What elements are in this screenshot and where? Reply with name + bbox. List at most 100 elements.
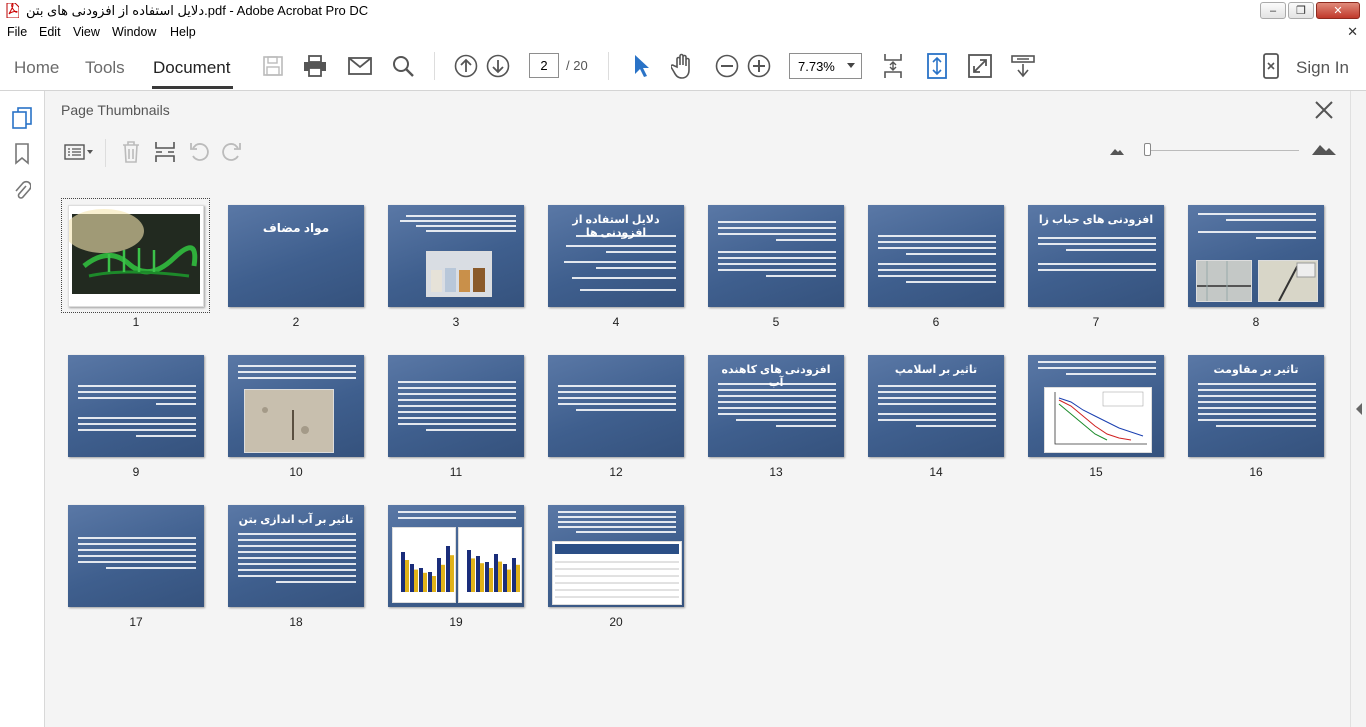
slide-title: تاثیر بر اسلامپ [894, 364, 978, 376]
page-number-label: 19 [449, 615, 463, 629]
fit-page-icon[interactable] [880, 53, 906, 79]
email-icon[interactable] [347, 53, 373, 79]
page-number-label: 2 [292, 315, 300, 329]
page-number-label: 3 [452, 315, 460, 329]
restore-button[interactable]: ❐ [1288, 2, 1314, 19]
slump-chart-image [1044, 387, 1152, 453]
page-thumbnails-panel: Page Thumbnails 1 مواد مضاف 2 3 دلایل اس… [45, 91, 1350, 727]
page-number-label: 15 [1089, 465, 1103, 479]
tab-home[interactable]: Home [14, 58, 59, 78]
page-number-label: 4 [612, 315, 620, 329]
mobile-link-icon[interactable] [1258, 53, 1284, 79]
page-thumbnail[interactable]: مواد مضاف [228, 205, 364, 307]
next-page-icon[interactable] [485, 53, 511, 79]
full-screen-icon[interactable] [967, 53, 993, 79]
calligraphy-image [69, 206, 203, 306]
page-thumbnails-icon[interactable] [11, 107, 33, 129]
page-thumbnail[interactable]: تاثیر بر آب اندازی بتن [228, 505, 364, 607]
large-thumbnails-icon[interactable] [1311, 142, 1337, 156]
hand-tool-icon[interactable] [670, 53, 696, 79]
slider-handle[interactable] [1144, 143, 1151, 156]
jars-photo [426, 251, 492, 297]
tab-document[interactable]: Document [153, 58, 230, 78]
zoom-value: 7.73% [798, 59, 835, 74]
page-thumbnail[interactable] [868, 205, 1004, 307]
delete-pages-icon[interactable] [119, 141, 143, 163]
page-thumbnail[interactable]: افزودنی های حباب زا [1028, 205, 1164, 307]
right-pane-collapse[interactable] [1350, 91, 1366, 727]
page-number-label: 9 [132, 465, 140, 479]
scroll-mode-icon[interactable] [924, 53, 950, 79]
sign-in-button[interactable]: Sign In [1296, 58, 1349, 78]
close-document-icon[interactable]: ✕ [1347, 24, 1358, 40]
save-icon[interactable] [260, 53, 286, 79]
menu-view[interactable]: View [73, 25, 100, 39]
options-menu-icon[interactable] [63, 141, 95, 163]
page-thumbnail[interactable] [708, 205, 844, 307]
menu-help[interactable]: Help [170, 25, 196, 39]
small-thumbnails-icon[interactable] [1109, 146, 1125, 156]
page-number-label: 13 [769, 465, 783, 479]
chevron-left-icon[interactable] [1355, 403, 1363, 415]
rotate-left-icon[interactable] [187, 141, 211, 163]
page-number-label: 18 [289, 615, 303, 629]
page-number-label: 5 [772, 315, 780, 329]
page-thumbnail[interactable] [1028, 355, 1164, 457]
menu-window[interactable]: Window [112, 25, 156, 39]
select-tool-icon[interactable] [628, 53, 654, 79]
page-number-label: 1 [132, 315, 140, 329]
page-thumbnail[interactable] [388, 355, 524, 457]
slide-title: افزودنی های کاهنده آب [721, 364, 831, 389]
window-title: دلایل استفاده از افزودنی های بتن.pdf - A… [26, 3, 369, 18]
zoom-dropdown[interactable]: 7.73% [789, 53, 862, 79]
close-window-button[interactable]: ✕ [1316, 2, 1360, 19]
page-number-label: 16 [1249, 465, 1263, 479]
prev-page-icon[interactable] [453, 53, 479, 79]
zoom-in-icon[interactable] [746, 53, 772, 79]
page-number-label: 11 [449, 465, 463, 479]
slide-title: تاثیر بر مقاومت [1213, 364, 1299, 376]
page-thumbnail[interactable] [1188, 205, 1324, 307]
page-thumbnail[interactable]: تاثیر بر اسلامپ [868, 355, 1004, 457]
page-thumbnail[interactable] [68, 505, 204, 607]
page-thumbnail[interactable] [228, 355, 364, 457]
minimize-button[interactable]: – [1260, 2, 1286, 19]
page-thumbnail[interactable]: دلایل استفاده از افزودنی ها [548, 205, 684, 307]
bookmarks-icon[interactable] [11, 143, 33, 165]
page-number-input[interactable]: 2 [529, 53, 559, 78]
slide-title: مواد مضاف [262, 221, 330, 235]
read-mode-icon[interactable] [1010, 53, 1036, 79]
zoom-out-icon[interactable] [714, 53, 740, 79]
title-bar: دلایل استفاده از افزودنی های بتن.pdf - A… [0, 0, 1366, 23]
main-toolbar: Home Tools Document 2 / 20 7.73% Sign In [0, 42, 1366, 91]
page-thumbnail[interactable] [388, 505, 524, 607]
page-number-label: 7 [1092, 315, 1100, 329]
tab-tools[interactable]: Tools [85, 58, 125, 78]
insert-pages-icon[interactable] [153, 141, 177, 163]
panel-divider [105, 139, 106, 167]
toolbar-divider [608, 52, 609, 80]
page-thumbnail[interactable] [68, 355, 204, 457]
active-tab-indicator [152, 86, 233, 89]
search-icon[interactable] [390, 53, 416, 79]
page-number-label: 14 [929, 465, 943, 479]
page-thumbnail[interactable]: افزودنی های کاهنده آب [708, 355, 844, 457]
thumbnail-size-slider[interactable] [1149, 150, 1299, 151]
page-number-label: 17 [129, 615, 143, 629]
page-number-label: 20 [609, 615, 623, 629]
page-thumbnail[interactable] [388, 205, 524, 307]
close-icon[interactable] [1314, 100, 1334, 120]
page-number-label: 8 [1252, 315, 1260, 329]
chevron-down-icon [847, 63, 855, 68]
page-number-label: 12 [609, 465, 623, 479]
menu-edit[interactable]: Edit [39, 25, 61, 39]
menu-file[interactable]: File [7, 25, 27, 39]
page-thumbnail[interactable] [68, 205, 204, 307]
attachments-icon[interactable] [11, 179, 33, 201]
print-icon[interactable] [302, 53, 328, 79]
rotate-right-icon[interactable] [220, 141, 244, 163]
photo-right [1258, 260, 1318, 302]
page-thumbnail[interactable] [548, 355, 684, 457]
page-thumbnail[interactable]: تاثیر بر مقاومت [1188, 355, 1324, 457]
page-thumbnail[interactable] [548, 505, 684, 607]
